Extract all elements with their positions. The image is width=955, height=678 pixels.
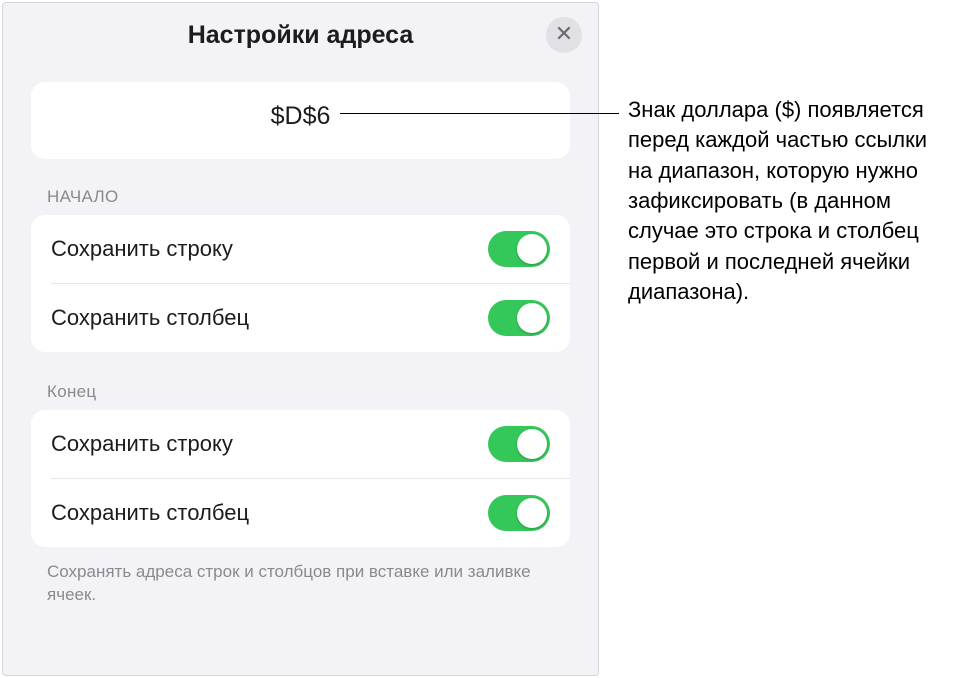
row-label: Сохранить строку xyxy=(51,431,233,457)
toggle-start-column[interactable] xyxy=(488,300,550,336)
callout-text: Знак доллара ($) появляется перед каждой… xyxy=(628,95,938,308)
row-start-preserve-row: Сохранить строку xyxy=(31,215,570,283)
toggle-start-row[interactable] xyxy=(488,231,550,267)
toggle-knob xyxy=(517,498,547,528)
toggle-end-column[interactable] xyxy=(488,495,550,531)
group-start: Сохранить строку Сохранить столбец xyxy=(31,215,570,352)
row-label: Сохранить строку xyxy=(51,236,233,262)
section-label-end: Конец xyxy=(31,382,570,410)
section-label-start: НАЧАЛО xyxy=(31,187,570,215)
formula-display: $D$6 xyxy=(31,82,570,159)
toggle-knob xyxy=(517,303,547,333)
row-label: Сохранить столбец xyxy=(51,305,249,331)
toggle-knob xyxy=(517,429,547,459)
panel-header: Настройки адреса ✕ xyxy=(3,3,598,68)
callout-leader-line xyxy=(340,113,619,114)
row-start-preserve-column: Сохранить столбец xyxy=(51,283,570,352)
panel-content: $D$6 НАЧАЛО Сохранить строку Сохранить с… xyxy=(3,82,598,607)
row-end-preserve-row: Сохранить строку xyxy=(31,410,570,478)
row-label: Сохранить столбец xyxy=(51,500,249,526)
group-end: Сохранить строку Сохранить столбец xyxy=(31,410,570,547)
footer-note: Сохранять адреса строк и столбцов при вс… xyxy=(31,561,570,607)
close-icon: ✕ xyxy=(555,23,573,45)
row-end-preserve-column: Сохранить столбец xyxy=(51,478,570,547)
panel-title: Настройки адреса xyxy=(3,21,598,50)
settings-panel: Настройки адреса ✕ $D$6 НАЧАЛО Сохранить… xyxy=(2,2,599,676)
close-button[interactable]: ✕ xyxy=(546,17,582,53)
toggle-end-row[interactable] xyxy=(488,426,550,462)
toggle-knob xyxy=(517,234,547,264)
